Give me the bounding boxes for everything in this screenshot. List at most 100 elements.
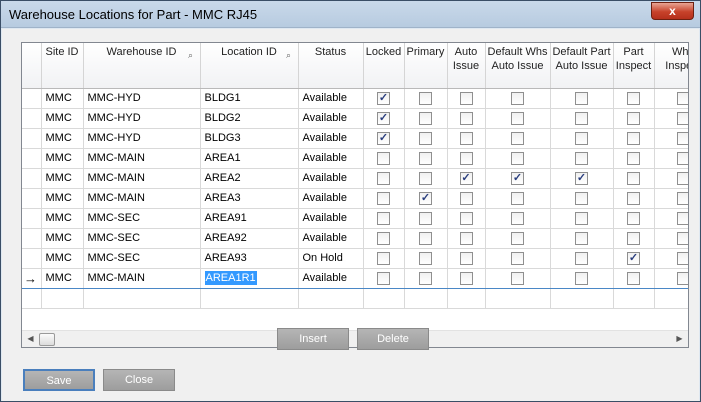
- auto-issue-checkbox[interactable]: [459, 191, 473, 205]
- primary-checkbox[interactable]: [419, 231, 432, 245]
- column-header-whs_inspect[interactable]: Whs Inspect: [654, 43, 688, 89]
- empty-cell[interactable]: [485, 288, 551, 309]
- table-row[interactable]: MMC MMC-HYD BLDG2 Available ✓: [22, 108, 688, 129]
- scroll-thumb[interactable]: [39, 333, 55, 346]
- cell-status[interactable]: Available: [298, 168, 364, 189]
- cell-site[interactable]: MMC: [41, 88, 84, 109]
- auto-issue-checkbox[interactable]: [459, 211, 473, 225]
- table-row[interactable]: → MMC MMC-MAIN AREA1R1 Available: [22, 267, 688, 289]
- cell-location[interactable]: AREA1R1: [200, 267, 299, 289]
- column-header-site[interactable]: Site ID: [41, 43, 84, 89]
- column-header-primary[interactable]: Primary: [404, 43, 448, 89]
- row-selector[interactable]: [22, 108, 42, 129]
- locked-checkbox[interactable]: ✓: [377, 111, 390, 125]
- cell-warehouse[interactable]: MMC-HYD: [83, 108, 201, 129]
- horizontal-scrollbar[interactable]: ◀ ▶: [22, 330, 688, 347]
- close-window-button[interactable]: x: [651, 2, 694, 20]
- cell-status[interactable]: Available: [298, 128, 364, 149]
- cell-site[interactable]: MMC: [41, 148, 84, 169]
- def-part-checkbox[interactable]: [575, 111, 588, 125]
- column-header-def_part[interactable]: Default Part Auto Issue: [550, 43, 614, 89]
- part-inspect-checkbox[interactable]: [627, 131, 640, 145]
- locked-checkbox[interactable]: [377, 171, 390, 185]
- locked-checkbox[interactable]: [377, 271, 390, 285]
- scroll-right-icon[interactable]: ▶: [671, 331, 688, 347]
- column-filter-icon[interactable]: ⌕: [283, 48, 295, 60]
- whs-inspect-checkbox[interactable]: [676, 191, 688, 205]
- column-header-locked[interactable]: Locked: [363, 43, 405, 89]
- primary-checkbox[interactable]: [419, 131, 432, 145]
- row-selector[interactable]: [22, 128, 42, 149]
- cell-warehouse[interactable]: MMC-MAIN: [83, 267, 201, 289]
- cell-warehouse[interactable]: MMC-HYD: [83, 88, 201, 109]
- def-whs-checkbox[interactable]: [511, 251, 524, 265]
- table-row[interactable]: MMC MMC-HYD BLDG1 Available ✓: [22, 88, 688, 109]
- auto-issue-checkbox[interactable]: [459, 271, 473, 285]
- whs-inspect-checkbox[interactable]: [676, 111, 688, 125]
- column-header-status[interactable]: Status: [298, 43, 364, 89]
- empty-cell[interactable]: [447, 288, 486, 309]
- part-inspect-checkbox[interactable]: [627, 211, 640, 225]
- row-selector[interactable]: [22, 248, 42, 269]
- def-part-checkbox[interactable]: [575, 131, 588, 145]
- table-row[interactable]: MMC MMC-SEC AREA92 Available: [22, 228, 688, 249]
- empty-cell[interactable]: [298, 288, 364, 309]
- def-part-checkbox[interactable]: [575, 191, 588, 205]
- auto-issue-checkbox[interactable]: [459, 111, 473, 125]
- cell-status[interactable]: Available: [298, 208, 364, 229]
- cell-warehouse[interactable]: MMC-MAIN: [83, 148, 201, 169]
- cell-site[interactable]: MMC: [41, 267, 84, 289]
- auto-issue-checkbox[interactable]: [459, 131, 473, 145]
- save-button[interactable]: Save: [23, 369, 95, 391]
- def-whs-checkbox[interactable]: [511, 211, 524, 225]
- cell-status[interactable]: On Hold: [298, 248, 364, 269]
- whs-inspect-checkbox[interactable]: [676, 131, 688, 145]
- column-header-sel[interactable]: [22, 43, 42, 89]
- empty-cell[interactable]: [200, 288, 299, 309]
- primary-checkbox[interactable]: [419, 271, 432, 285]
- part-inspect-checkbox[interactable]: [627, 231, 640, 245]
- def-part-checkbox[interactable]: [575, 211, 588, 225]
- row-selector[interactable]: [22, 188, 42, 209]
- cell-location[interactable]: AREA91: [200, 208, 299, 229]
- cell-site[interactable]: MMC: [41, 108, 84, 129]
- def-part-checkbox[interactable]: [575, 251, 588, 265]
- def-part-checkbox[interactable]: [575, 231, 588, 245]
- table-row[interactable]: MMC MMC-MAIN AREA3 Available ✓: [22, 188, 688, 209]
- whs-inspect-checkbox[interactable]: [676, 211, 688, 225]
- part-inspect-checkbox[interactable]: [627, 91, 640, 105]
- def-whs-checkbox[interactable]: [511, 111, 524, 125]
- locked-checkbox[interactable]: [377, 231, 390, 245]
- def-part-checkbox[interactable]: ✓: [575, 171, 588, 185]
- def-whs-checkbox[interactable]: [511, 151, 524, 165]
- locked-checkbox[interactable]: ✓: [377, 91, 390, 105]
- auto-issue-checkbox[interactable]: [459, 231, 473, 245]
- cell-location[interactable]: AREA93: [200, 248, 299, 269]
- cell-location[interactable]: AREA1: [200, 148, 299, 169]
- primary-checkbox[interactable]: ✓: [419, 191, 432, 205]
- locked-checkbox[interactable]: [377, 251, 390, 265]
- row-selector[interactable]: [22, 88, 42, 109]
- whs-inspect-checkbox[interactable]: [676, 271, 688, 285]
- cell-status[interactable]: Available: [298, 108, 364, 129]
- empty-cell[interactable]: [83, 288, 201, 309]
- def-whs-checkbox[interactable]: ✓: [511, 171, 524, 185]
- part-inspect-checkbox[interactable]: [627, 151, 640, 165]
- empty-cell[interactable]: [654, 288, 688, 309]
- auto-issue-checkbox[interactable]: [459, 251, 473, 265]
- def-whs-checkbox[interactable]: [511, 131, 524, 145]
- cell-location[interactable]: BLDG1: [200, 88, 299, 109]
- cell-site[interactable]: MMC: [41, 208, 84, 229]
- empty-row[interactable]: [22, 288, 688, 309]
- part-inspect-checkbox[interactable]: [627, 171, 640, 185]
- primary-checkbox[interactable]: [419, 111, 432, 125]
- cell-site[interactable]: MMC: [41, 228, 84, 249]
- def-whs-checkbox[interactable]: [511, 91, 524, 105]
- cell-site[interactable]: MMC: [41, 248, 84, 269]
- row-selector[interactable]: [22, 208, 42, 229]
- primary-checkbox[interactable]: [419, 251, 432, 265]
- column-filter-icon[interactable]: ⌕: [185, 48, 197, 60]
- def-part-checkbox[interactable]: [575, 151, 588, 165]
- part-inspect-checkbox[interactable]: [627, 271, 640, 285]
- primary-checkbox[interactable]: [419, 211, 432, 225]
